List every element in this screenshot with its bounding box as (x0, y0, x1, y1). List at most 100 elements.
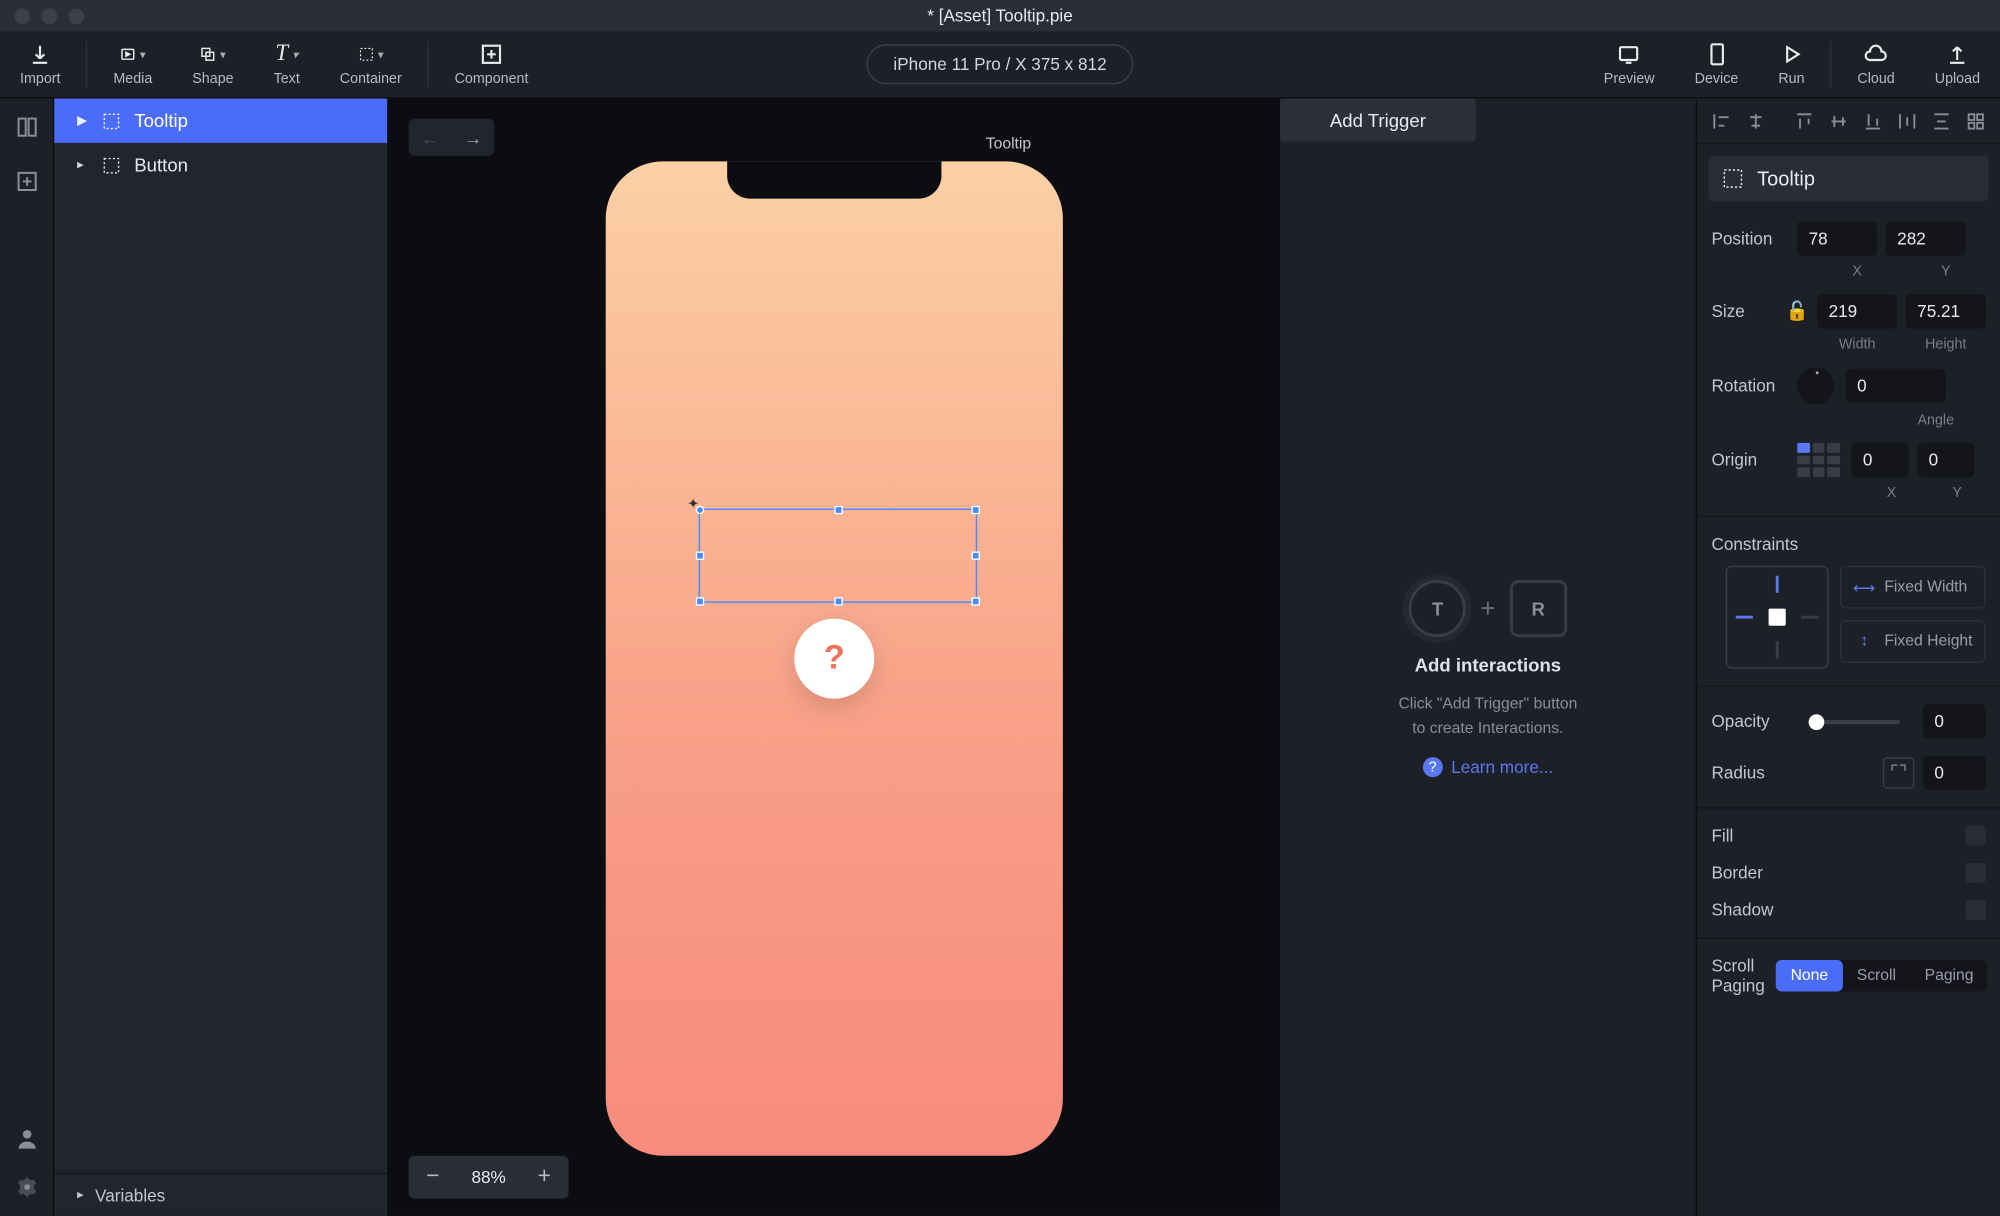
radius-corners-icon[interactable]: ⌜⌝ (1883, 757, 1914, 788)
position-row: Position (1697, 213, 2000, 264)
resize-handle[interactable] (696, 597, 705, 606)
distribute-h-icon[interactable] (1894, 108, 1920, 134)
border-row[interactable]: Border (1697, 854, 2000, 891)
interactions-description: Click "Add Trigger" button to create Int… (1398, 693, 1577, 740)
selected-layer-header[interactable]: Tooltip (1709, 156, 1989, 202)
zoom-control: − 88% + (409, 1156, 569, 1199)
response-icon[interactable]: R (1510, 580, 1567, 637)
position-y-input[interactable] (1886, 221, 1966, 255)
scroll-tab-none[interactable]: None (1776, 961, 1842, 992)
zoom-in-button[interactable]: + (520, 1164, 569, 1190)
divider (427, 41, 428, 87)
container-button[interactable]: ▾ Container (320, 31, 422, 97)
variables-footer[interactable]: ▸ Variables (54, 1173, 387, 1216)
canvas-label: Tooltip (986, 136, 1031, 153)
trigger-response-row: T + R (1409, 580, 1567, 637)
align-center-icon[interactable] (1743, 108, 1769, 134)
lock-aspect-icon[interactable]: 🔓 (1786, 300, 1806, 323)
cloud-button[interactable]: Cloud (1837, 31, 1914, 97)
align-bottom-icon[interactable] (1860, 108, 1886, 134)
container-icon (101, 155, 121, 175)
expand-arrow-icon[interactable]: ▶ (77, 113, 88, 129)
user-icon[interactable] (12, 1124, 41, 1153)
distribute-v-icon[interactable] (1929, 108, 1955, 134)
shadow-swatch[interactable] (1966, 900, 1986, 920)
rotation-input[interactable] (1846, 369, 1946, 403)
resize-handle[interactable] (971, 506, 980, 515)
opacity-row: Opacity (1697, 696, 2000, 747)
origin-y-input[interactable] (1917, 443, 1974, 477)
tidy-icon[interactable] (1963, 108, 1989, 134)
fixed-height-toggle[interactable]: ↕ Fixed Height (1840, 620, 1985, 663)
zoom-out-button[interactable]: − (409, 1164, 458, 1190)
fill-row[interactable]: Fill (1697, 817, 2000, 854)
component-button[interactable]: Component (435, 31, 549, 97)
selection-box[interactable]: ✦ (699, 509, 978, 603)
run-button[interactable]: Run (1758, 31, 1824, 97)
layer-row-tooltip[interactable]: ▶ Tooltip (54, 99, 387, 143)
info-icon: ? (1423, 757, 1443, 777)
opacity-input[interactable] (1923, 704, 1986, 738)
shadow-row[interactable]: Shadow (1697, 891, 2000, 928)
shape-button[interactable]: ▾ Shape (172, 31, 253, 97)
device-selector[interactable]: iPhone 11 Pro / X 375 x 812 (866, 44, 1133, 84)
scroll-paging-tabs: None Scroll Paging (1776, 961, 1988, 992)
zoom-window[interactable] (69, 8, 85, 24)
settings-icon[interactable] (12, 1173, 41, 1202)
resize-handle[interactable] (696, 551, 705, 560)
help-button[interactable]: ? (794, 619, 874, 699)
text-button[interactable]: T▾ Text (254, 31, 320, 97)
resize-handle[interactable] (834, 597, 843, 606)
rotation-dial[interactable] (1797, 367, 1834, 404)
height-input[interactable] (1906, 294, 1986, 328)
radius-input[interactable] (1923, 756, 1986, 790)
pages-panel-button[interactable] (12, 113, 41, 142)
add-trigger-button[interactable]: Add Trigger (1280, 99, 1476, 142)
canvas[interactable]: ← → Tooltip ✦ ? − 88% + (389, 99, 1280, 1216)
learn-more-link[interactable]: ? Learn more... (1423, 757, 1554, 777)
minimize-window[interactable] (41, 8, 57, 24)
layer-label: Button (134, 154, 188, 175)
run-icon (1779, 41, 1805, 67)
nav-back-button[interactable]: ← (409, 119, 452, 156)
width-input[interactable] (1817, 294, 1897, 328)
radius-row: Radius ⌜⌝ (1697, 747, 2000, 798)
titlebar: * [Asset] Tooltip.pie (0, 0, 2000, 31)
fill-swatch[interactable] (1966, 826, 1986, 846)
upload-button[interactable]: Upload (1915, 31, 2000, 97)
position-x-input[interactable] (1797, 221, 1877, 255)
preview-button[interactable]: Preview (1584, 31, 1675, 97)
container-icon: ▾ (358, 41, 384, 67)
origin-x-input[interactable] (1851, 443, 1908, 477)
device-icon (1704, 41, 1730, 67)
opacity-slider[interactable] (1809, 719, 1900, 723)
resize-handle[interactable] (971, 551, 980, 560)
align-middle-icon[interactable] (1826, 108, 1852, 134)
expand-arrow-icon[interactable]: ▸ (77, 157, 88, 173)
import-button[interactable]: Import (0, 31, 80, 97)
media-button[interactable]: ▾ Media (93, 31, 172, 97)
fixed-width-toggle[interactable]: ⟷ Fixed Width (1840, 566, 1985, 609)
origin-grid[interactable] (1797, 443, 1840, 477)
height-icon: ↕ (1853, 630, 1876, 653)
scroll-tab-paging[interactable]: Paging (1910, 961, 1988, 992)
resize-handle[interactable] (971, 597, 980, 606)
nav-forward-button[interactable]: → (451, 119, 494, 156)
resize-handle[interactable] (696, 506, 705, 515)
layer-row-button[interactable]: ▸ Button (54, 143, 387, 187)
scroll-paging-row: Scroll Paging None Scroll Paging (1697, 947, 2000, 1005)
zoom-value[interactable]: 88% (457, 1167, 520, 1187)
align-top-icon[interactable] (1791, 108, 1817, 134)
scroll-tab-scroll[interactable]: Scroll (1842, 961, 1910, 992)
resize-handle[interactable] (834, 506, 843, 515)
add-page-button[interactable] (12, 167, 41, 196)
upload-icon (1945, 41, 1971, 67)
constraints-section: Constraints ⟷ Fixed Width ↕ Fixed Height (1697, 526, 2000, 677)
border-swatch[interactable] (1966, 863, 1986, 883)
device-button[interactable]: Device (1675, 31, 1759, 97)
trigger-icon[interactable]: T (1409, 580, 1466, 637)
align-left-icon[interactable] (1709, 108, 1735, 134)
left-rail (0, 99, 54, 1216)
close-window[interactable] (14, 8, 30, 24)
constraints-box[interactable] (1726, 566, 1829, 669)
